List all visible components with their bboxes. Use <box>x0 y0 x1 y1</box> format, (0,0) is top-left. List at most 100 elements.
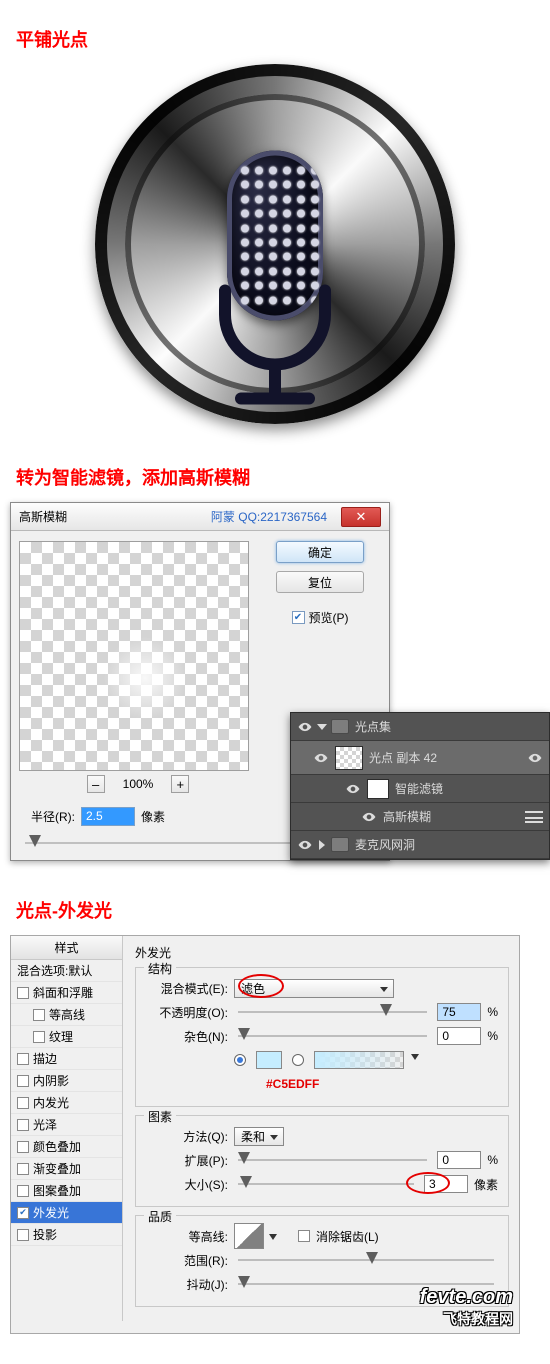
opacity-input[interactable]: 75 <box>437 1003 481 1021</box>
opacity-label: 不透明度(O): <box>146 1004 228 1021</box>
style-checkbox[interactable] <box>17 1185 29 1197</box>
blend-mode-label: 混合模式(E): <box>146 980 228 997</box>
style-checkbox[interactable] <box>33 1031 45 1043</box>
spread-input[interactable]: 0 <box>437 1151 481 1169</box>
style-item-内发光[interactable]: 内发光 <box>11 1092 122 1114</box>
style-checkbox[interactable] <box>17 1097 29 1109</box>
noise-slider[interactable] <box>238 1027 427 1045</box>
styles-list: 样式 混合选项:默认 斜面和浮雕等高线纹理描边内阴影内发光光泽颜色叠加渐变叠加图… <box>11 936 123 1321</box>
pct-label: % <box>487 1029 498 1043</box>
style-label: 渐变叠加 <box>33 1160 81 1177</box>
gradient-radio[interactable] <box>292 1054 304 1066</box>
close-button[interactable]: ✕ <box>341 507 381 527</box>
spread-slider[interactable] <box>238 1151 427 1169</box>
style-checkbox[interactable] <box>17 1141 29 1153</box>
jitter-slider[interactable] <box>238 1275 494 1293</box>
style-item-等高线[interactable]: 等高线 <box>11 1004 122 1026</box>
opacity-slider[interactable] <box>238 1003 427 1021</box>
method-label: 方法(Q): <box>146 1128 228 1145</box>
color-swatch[interactable] <box>256 1051 282 1069</box>
antialias-label: 消除锯齿(L) <box>316 1228 379 1245</box>
group2-name: 麦克风网洞 <box>355 836 415 853</box>
group-name: 光点集 <box>355 718 391 735</box>
style-checkbox[interactable] <box>17 1229 29 1241</box>
panel-title: 外发光 <box>135 944 509 961</box>
fx-visibility-icon[interactable] <box>527 750 543 766</box>
expand-icon[interactable] <box>317 724 327 730</box>
style-label: 外发光 <box>33 1204 69 1221</box>
style-checkbox[interactable] <box>33 1009 45 1021</box>
style-label: 斜面和浮雕 <box>33 984 93 1001</box>
style-item-渐变叠加[interactable]: 渐变叠加 <box>11 1158 122 1180</box>
style-label: 等高线 <box>49 1006 85 1023</box>
color-radio[interactable] <box>234 1054 246 1066</box>
expand-icon[interactable] <box>319 840 325 850</box>
style-label: 光泽 <box>33 1116 57 1133</box>
filter-row[interactable]: 高斯模糊 <box>291 803 549 831</box>
style-label: 纹理 <box>49 1028 73 1045</box>
style-item-内阴影[interactable]: 内阴影 <box>11 1070 122 1092</box>
reset-button[interactable]: 复位 <box>276 571 364 593</box>
zoom-value: 100% <box>123 777 154 791</box>
mic-stand <box>205 281 345 421</box>
filter-name: 高斯模糊 <box>383 808 431 825</box>
visibility-icon[interactable] <box>297 719 313 735</box>
folder-icon <box>331 837 349 852</box>
range-label: 范围(R): <box>146 1252 228 1269</box>
layer-group2-row[interactable]: 麦克风网洞 <box>291 831 549 859</box>
gradient-swatch[interactable] <box>314 1051 404 1069</box>
blend-mode-select[interactable]: 滤色 <box>234 979 394 998</box>
layer-row[interactable]: 光点 副本 42 <box>291 741 549 775</box>
noise-label: 杂色(N): <box>146 1028 228 1045</box>
style-checkbox[interactable] <box>17 1119 29 1131</box>
visibility-icon[interactable] <box>361 809 377 825</box>
section3-title: 光点-外发光 <box>16 897 540 923</box>
layer-thumbnail <box>335 746 363 770</box>
pct-label: % <box>487 1005 498 1019</box>
style-item-颜色叠加[interactable]: 颜色叠加 <box>11 1136 122 1158</box>
size-slider[interactable] <box>238 1175 414 1193</box>
style-item-外发光[interactable]: ✔ 外发光 <box>11 1202 122 1224</box>
visibility-icon[interactable] <box>345 781 361 797</box>
preview-checkbox[interactable]: ✔ <box>292 611 305 624</box>
style-checkbox[interactable] <box>17 987 29 999</box>
style-checkbox[interactable] <box>17 1053 29 1065</box>
style-item-图案叠加[interactable]: 图案叠加 <box>11 1180 122 1202</box>
style-label: 内阴影 <box>33 1072 69 1089</box>
smart-filters-row[interactable]: 智能滤镜 <box>291 775 549 803</box>
visibility-icon[interactable] <box>313 750 329 766</box>
blend-options-item[interactable]: 混合选项:默认 <box>11 960 122 982</box>
visibility-icon[interactable] <box>297 837 313 853</box>
layer-name: 光点 副本 42 <box>369 749 437 766</box>
filter-blend-icon[interactable] <box>525 811 543 823</box>
style-checkbox[interactable] <box>17 1075 29 1087</box>
zoom-out-button[interactable]: – <box>87 775 105 793</box>
noise-input[interactable]: 0 <box>437 1027 481 1045</box>
style-checkbox[interactable] <box>17 1163 29 1175</box>
quality-legend: 品质 <box>144 1208 176 1225</box>
size-unit: 像素 <box>474 1176 498 1193</box>
antialias-checkbox[interactable] <box>298 1230 310 1242</box>
contour-picker[interactable] <box>234 1223 264 1249</box>
radius-label: 半径(R): <box>31 808 75 825</box>
style-label: 投影 <box>33 1226 57 1243</box>
elements-fieldset: 图素 方法(Q): 柔和 扩展(P): 0 % 大小(S): 3 <box>135 1115 509 1207</box>
zoom-in-button[interactable]: + <box>171 775 189 793</box>
style-item-投影[interactable]: 投影 <box>11 1224 122 1246</box>
radius-input[interactable]: 2.5 <box>81 807 135 826</box>
preview-area[interactable] <box>19 541 249 771</box>
style-item-斜面和浮雕[interactable]: 斜面和浮雕 <box>11 982 122 1004</box>
style-item-描边[interactable]: 描边 <box>11 1048 122 1070</box>
layer-group-row[interactable]: 光点集 <box>291 713 549 741</box>
radius-unit: 像素 <box>141 808 165 825</box>
styles-header: 样式 <box>11 936 122 960</box>
style-item-光泽[interactable]: 光泽 <box>11 1114 122 1136</box>
range-slider[interactable] <box>238 1251 494 1269</box>
preview-label: 预览(P) <box>309 609 349 626</box>
size-input[interactable]: 3 <box>424 1175 468 1193</box>
section2-title: 转为智能滤镜，添加高斯模糊 <box>16 464 540 490</box>
method-select[interactable]: 柔和 <box>234 1127 284 1146</box>
ok-button[interactable]: 确定 <box>276 541 364 563</box>
style-item-纹理[interactable]: 纹理 <box>11 1026 122 1048</box>
style-checkbox[interactable]: ✔ <box>17 1207 29 1219</box>
